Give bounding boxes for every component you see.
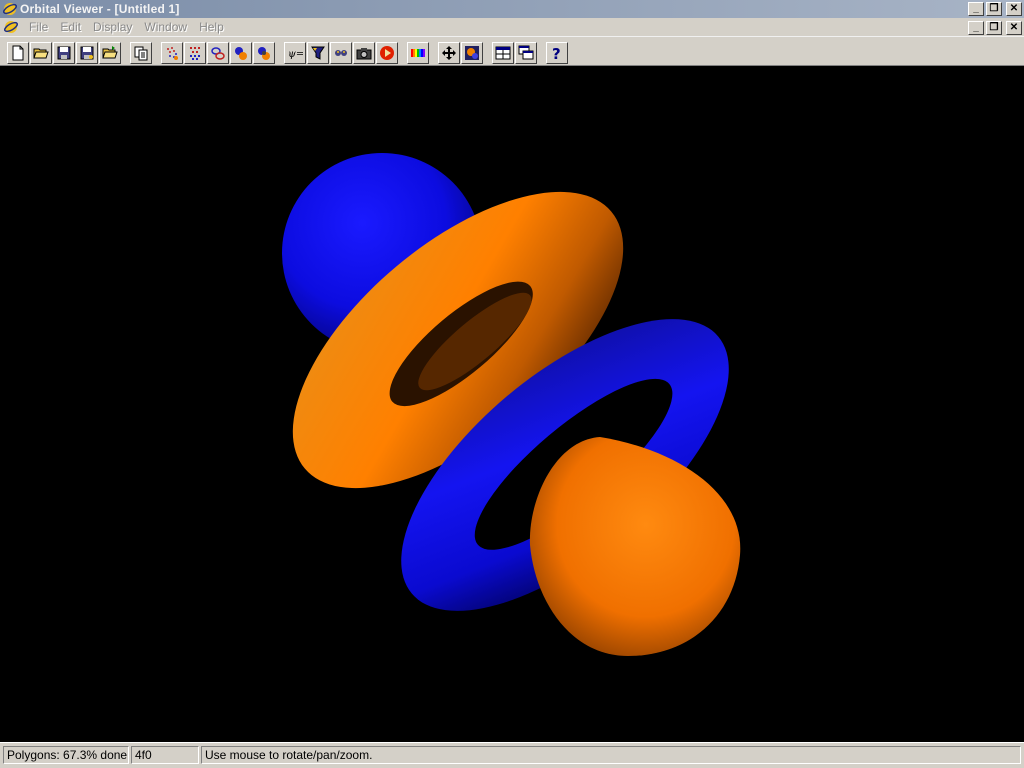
orbital-viewer-window: Orbital Viewer - [Untitled 1] _ ❐ ✕ File…: [0, 0, 1024, 768]
doc-close-button[interactable]: ✕: [1006, 21, 1022, 35]
color-palette-button[interactable]: [407, 42, 429, 64]
orbital-lines-button[interactable]: [207, 42, 229, 64]
orbital-lines-icon: [211, 47, 225, 60]
window-title: Orbital Viewer - [Untitled 1]: [20, 2, 180, 16]
move-arrows-button[interactable]: [438, 42, 460, 64]
menu-help[interactable]: Help: [193, 20, 230, 34]
help-button[interactable]: ?: [546, 42, 568, 64]
open-button[interactable]: [30, 42, 52, 64]
orbital-render[interactable]: [0, 66, 1024, 742]
stereo-button[interactable]: [330, 42, 352, 64]
orange-lobe-bottom: [529, 437, 741, 656]
equation-button[interactable]: ψ=: [284, 42, 306, 64]
menu-file[interactable]: File: [23, 20, 54, 34]
stereo-icon: [335, 50, 347, 56]
status-hint: Use mouse to rotate/pan/zoom.: [201, 746, 1021, 764]
play-icon: [380, 46, 394, 60]
toolbar: ψ= ?: [0, 38, 1024, 66]
menu-edit[interactable]: Edit: [54, 20, 87, 34]
svg-text:ψ=: ψ=: [288, 49, 303, 60]
render-options-icon: [465, 46, 479, 60]
point-cloud-icon: [167, 47, 178, 60]
camera-icon: [356, 48, 372, 60]
color-palette-icon: [411, 49, 425, 57]
menu-bar: File Edit Display Window Help _ ❐ ✕: [0, 18, 1024, 37]
move-arrows-icon: [442, 46, 456, 60]
new-icon: [12, 45, 24, 61]
menu-display[interactable]: Display: [87, 20, 138, 34]
app-logo-icon: [3, 3, 17, 15]
orbital-viewport[interactable]: [0, 66, 1024, 742]
play-button[interactable]: [376, 42, 398, 64]
status-orbital: 4f0: [131, 746, 199, 764]
doc-restore-button[interactable]: ❐: [986, 21, 1002, 35]
tile-windows-button[interactable]: [492, 42, 514, 64]
title-bar[interactable]: Orbital Viewer - [Untitled 1] _ ❐ ✕: [0, 0, 1024, 18]
menu-window[interactable]: Window: [138, 20, 193, 34]
filter-button[interactable]: [307, 42, 329, 64]
filter-icon: [311, 46, 325, 60]
open-icon: [33, 48, 49, 59]
help-icon: ?: [552, 45, 561, 61]
orbital-shaded-icon: [235, 47, 247, 60]
equation-icon: ψ=: [288, 49, 303, 60]
grid-dots-button[interactable]: [184, 42, 206, 64]
save-icon: [57, 46, 71, 60]
point-cloud-button[interactable]: [161, 42, 183, 64]
grid-dots-icon: [190, 47, 200, 60]
render-options-button[interactable]: [461, 42, 483, 64]
status-bar: Polygons: 67.3% done 4f0 Use mouse to ro…: [0, 742, 1024, 768]
camera-button[interactable]: [353, 42, 375, 64]
save-button[interactable]: [53, 42, 75, 64]
status-progress: Polygons: 67.3% done: [3, 746, 129, 764]
orbital-shaded-button[interactable]: [230, 42, 252, 64]
svg-text:?: ?: [552, 45, 561, 61]
tile-windows-icon: [495, 46, 511, 60]
save-as-icon: [80, 46, 94, 60]
close-button[interactable]: ✕: [1006, 2, 1022, 16]
orbital-solid-button[interactable]: [253, 42, 275, 64]
open-folder-button[interactable]: [99, 42, 121, 64]
cascade-windows-icon: [518, 45, 534, 60]
cascade-windows-button[interactable]: [515, 42, 537, 64]
copy-button[interactable]: [130, 42, 152, 64]
minimize-button[interactable]: _: [968, 2, 984, 16]
document-logo-icon[interactable]: [3, 19, 19, 35]
restore-button[interactable]: ❐: [986, 2, 1002, 16]
new-button[interactable]: [7, 42, 29, 64]
orbital-solid-icon: [258, 47, 270, 60]
doc-minimize-button[interactable]: _: [968, 21, 984, 35]
save-as-button[interactable]: [76, 42, 98, 64]
open-folder-icon: [102, 46, 118, 59]
copy-icon: [134, 46, 148, 61]
